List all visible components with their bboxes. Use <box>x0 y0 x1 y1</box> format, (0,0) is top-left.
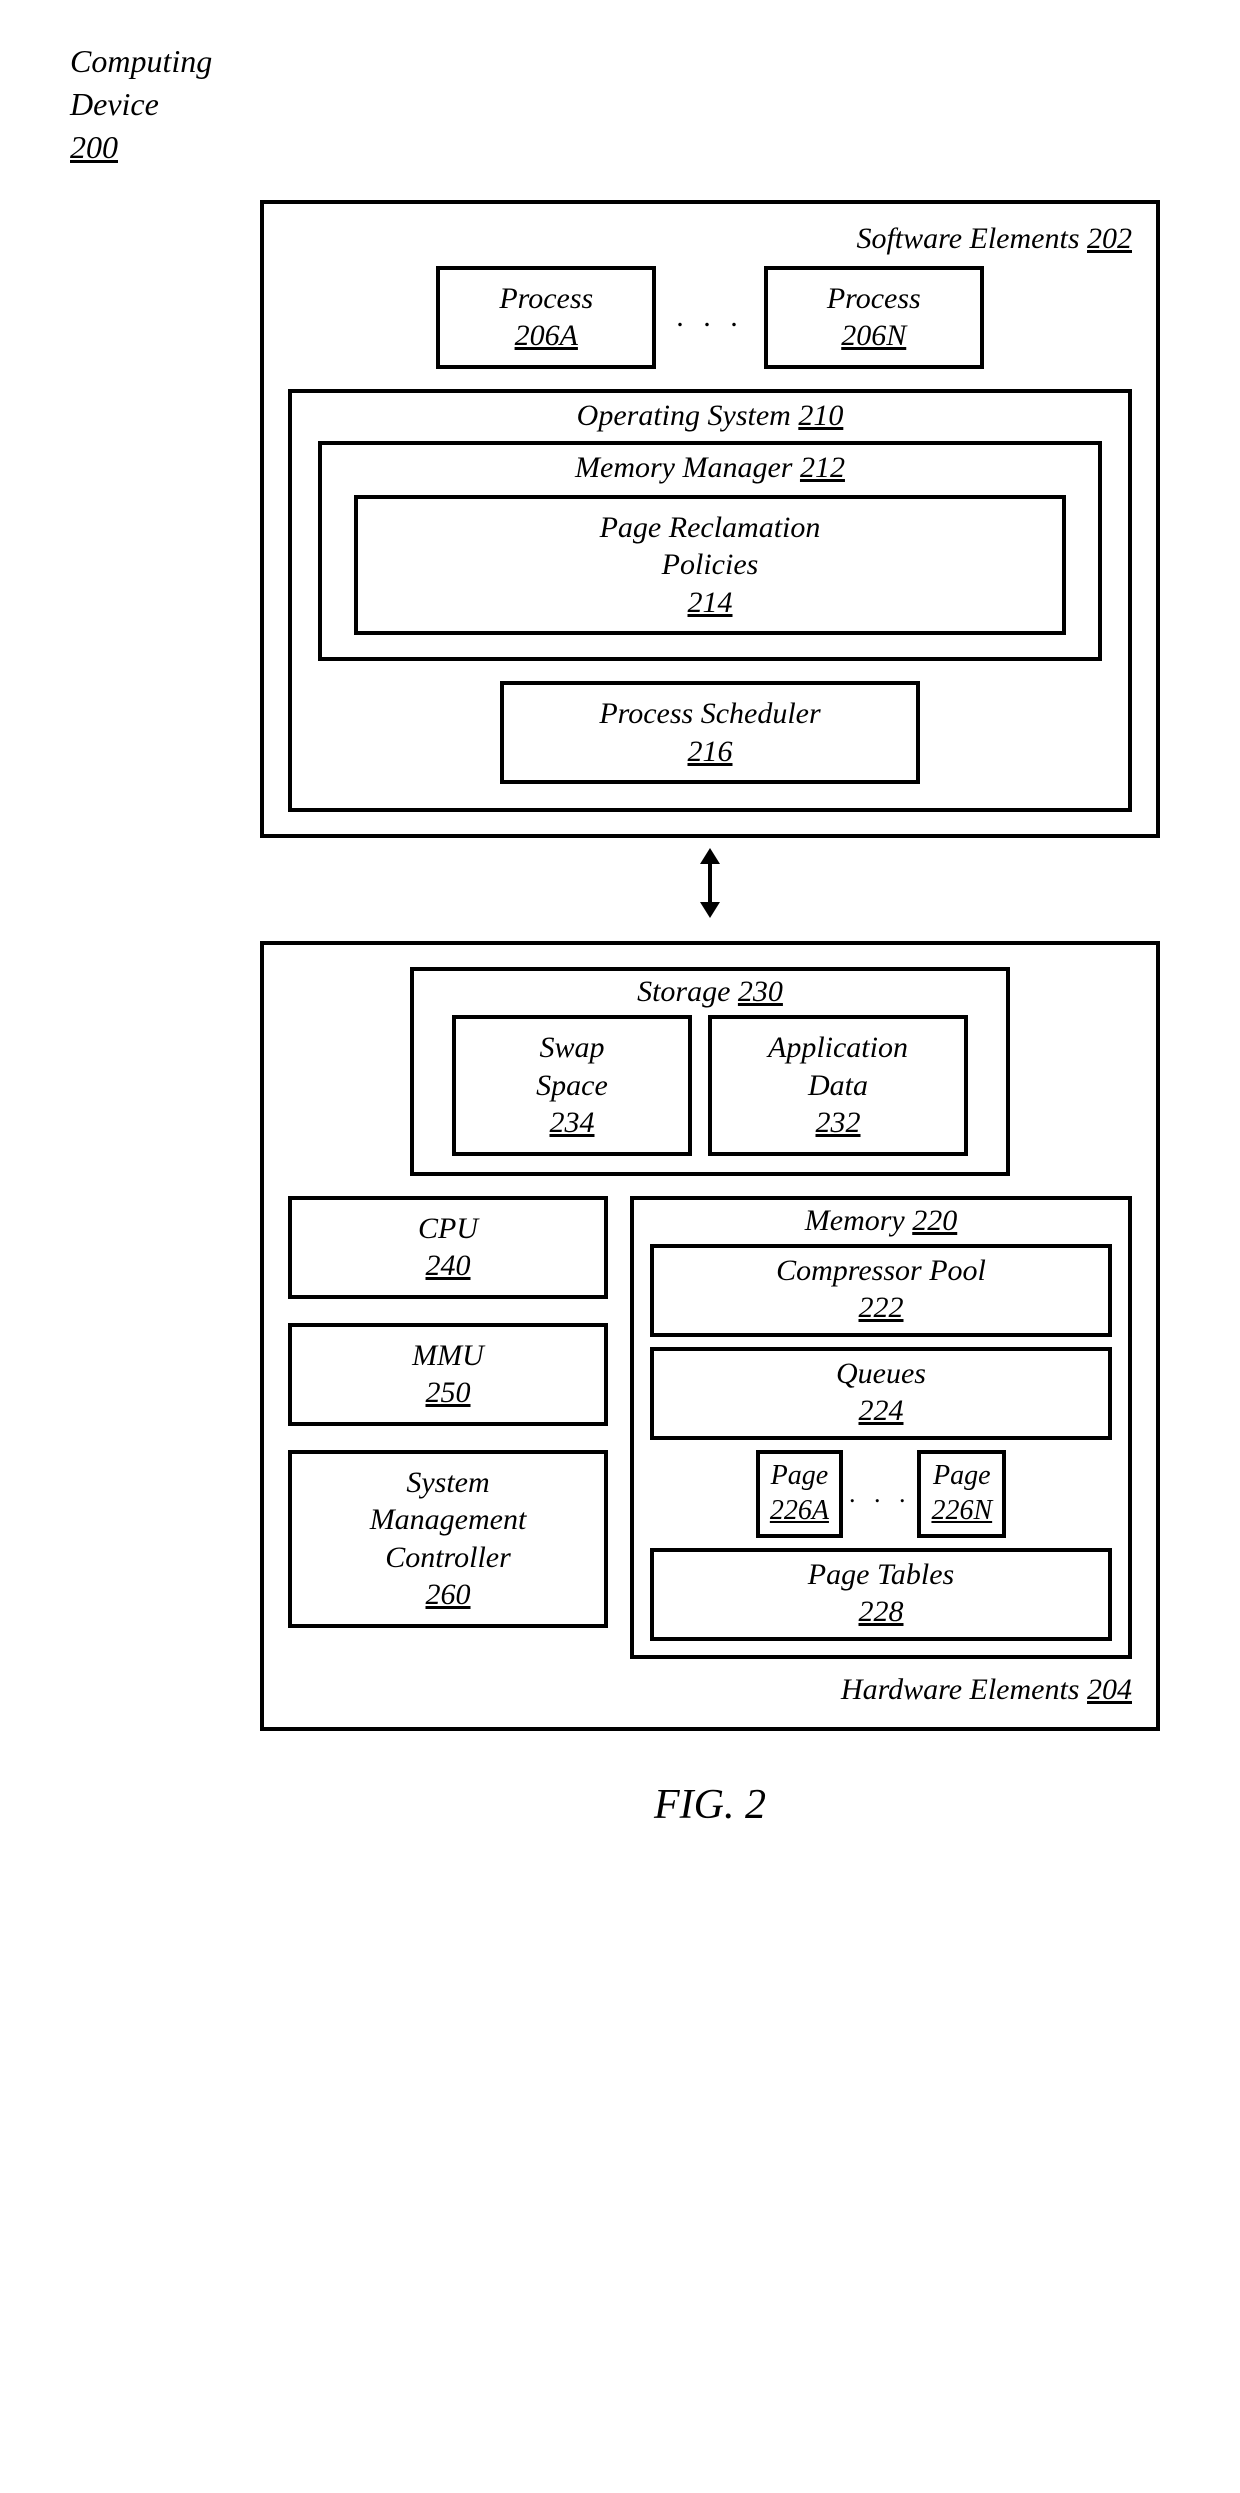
process-n-box: Process 206N <box>764 266 984 369</box>
memory-title: Memory 220 <box>650 1204 1112 1238</box>
queues-box: Queues 224 <box>650 1347 1112 1440</box>
process-a-box: Process 206A <box>436 266 656 369</box>
application-data-box: Application Data 232 <box>708 1015 968 1156</box>
memory-manager-title: Memory Manager 212 <box>354 451 1066 485</box>
system-management-controller-box: System Management Controller 260 <box>288 1450 608 1628</box>
operating-system-box: Operating System 210 Memory Manager 212 … <box>288 389 1132 813</box>
storage-box: Storage 230 Swap Space 234 Application D… <box>410 967 1010 1176</box>
hardware-elements-panel: Storage 230 Swap Space 234 Application D… <box>260 941 1160 1731</box>
memory-box: Memory 220 Compressor Pool 222 Queues 22… <box>630 1196 1132 1659</box>
page-row: Page 226A . . . Page 226N <box>650 1450 1112 1538</box>
page-n-box: Page 226N <box>917 1450 1006 1538</box>
operating-system-title: Operating System 210 <box>318 399 1102 433</box>
diagram-container: Software Elements 202 Process 206A . . .… <box>240 200 1180 1829</box>
page-ellipsis: . . . <box>849 1479 912 1509</box>
hardware-elements-title: Hardware Elements 204 <box>288 1673 1132 1707</box>
mmu-box: MMU 250 <box>288 1323 608 1426</box>
memory-manager-box: Memory Manager 212 Page Reclamation Poli… <box>318 441 1102 662</box>
compressor-pool-box: Compressor Pool 222 <box>650 1244 1112 1337</box>
swap-space-box: Swap Space 234 <box>452 1015 692 1156</box>
cpu-box: CPU 240 <box>288 1196 608 1299</box>
storage-title: Storage 230 <box>434 975 986 1009</box>
process-ellipsis: . . . <box>676 300 744 334</box>
software-elements-title: Software Elements 202 <box>288 222 1132 256</box>
process-row: Process 206A . . . Process 206N <box>288 266 1132 369</box>
bidirectional-arrow-icon <box>694 848 726 931</box>
figure-label: FIG. 2 <box>654 1781 766 1829</box>
page-tables-box: Page Tables 228 <box>650 1548 1112 1641</box>
computing-device-label: Computing Device 200 <box>70 40 1180 170</box>
page-reclamation-policies-box: Page Reclamation Policies 214 <box>354 495 1066 636</box>
process-scheduler-box: Process Scheduler 216 <box>500 681 920 784</box>
page-a-box: Page 226A <box>756 1450 843 1538</box>
software-elements-panel: Software Elements 202 Process 206A . . .… <box>260 200 1160 839</box>
hardware-left-column: CPU 240 MMU 250 System Management Contro… <box>288 1196 608 1659</box>
